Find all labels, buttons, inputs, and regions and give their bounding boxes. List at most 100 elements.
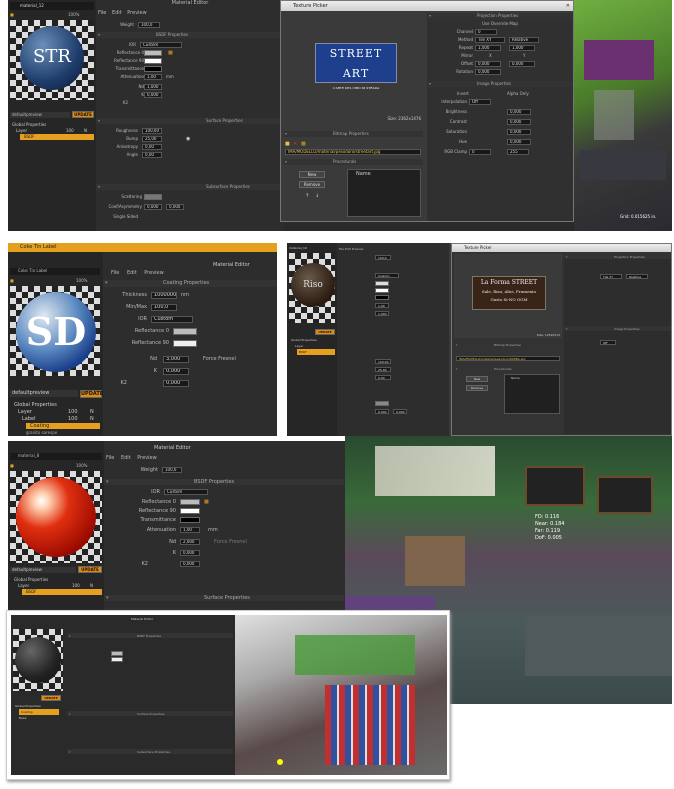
hue-field[interactable]: 0,000 [507,139,531,145]
tree-item-bsdf[interactable]: BSDF [297,349,335,355]
viewport-3d-scene-bottles[interactable] [235,615,447,775]
surface-section[interactable]: Surface Properties [104,595,344,601]
viewport-3d-scene[interactable]: Grid: 0.015625 in. [574,0,672,231]
alpha-only-checkbox[interactable]: Alpha Only [507,91,529,97]
tree-item-global[interactable]: Global Properties [14,402,57,408]
bsdf-section[interactable]: BSDF Properties [104,479,344,485]
preview-select[interactable]: defaultpreview [10,390,78,397]
method-select[interactable]: Tile XY [475,37,505,43]
angle-field[interactable]: 0,00 [142,152,162,158]
minmax-field[interactable]: 100,0 [151,304,177,311]
texture-picker-titlebar[interactable]: Texture Picker [452,244,671,252]
surface-section[interactable]: Surface Properties [67,711,233,717]
bump-field[interactable]: 25,00 [375,367,391,372]
transmittance-swatch[interactable] [144,66,162,72]
brightness-field[interactable]: 0,000 [507,109,531,115]
method-mode-select[interactable]: Relative [626,274,648,279]
delete-icon[interactable]: ✕ [293,141,297,147]
roughness-field[interactable]: 100,00 [375,359,391,364]
repeat-v-field[interactable]: 1,000 [509,45,535,51]
texture-slot-icon[interactable]: ▩ [168,50,173,56]
zoom-select[interactable]: 100% [76,463,87,469]
reflectance0-swatch[interactable] [144,50,162,56]
bsdf-section[interactable]: BSDF Properties [67,633,233,639]
image-section[interactable]: Image Properties [427,81,573,87]
force-fresnel-checkbox[interactable]: Force Fresnel [214,539,247,545]
tree-item-label[interactable]: Label 100 N [22,416,100,422]
k2-field[interactable]: 0,000 [180,561,200,567]
k2-field[interactable]: 0,000 [163,380,189,387]
light-source-icon[interactable] [277,759,283,765]
menu-file[interactable]: File [111,270,119,276]
update-button[interactable]: UPDATE [80,390,103,398]
invert-checkbox[interactable]: Invert [457,91,469,97]
menu-preview[interactable]: Preview [127,10,146,16]
scattering-swatch[interactable] [144,194,162,200]
coef-b-field[interactable]: 0,000 [166,204,184,210]
reflectance90-swatch[interactable] [173,340,197,347]
menu-file[interactable]: File [339,247,344,251]
bump-map-icon[interactable]: ◉ [186,136,190,142]
single-sided-checkbox[interactable]: Single Sided [113,214,138,220]
k-field[interactable]: 0,000 [144,92,162,98]
update-button[interactable]: UPDATE [315,329,335,335]
remove-button[interactable]: Remove [299,181,325,188]
reflectance90-swatch[interactable] [180,508,200,514]
offset-v-field[interactable]: 0,000 [509,61,535,67]
attenuation-field[interactable]: 1,00 [375,303,389,308]
weight-field[interactable]: 100,0 [375,255,391,260]
procedurals-section[interactable]: Procedurals [283,159,423,165]
nd-field[interactable]: 1,000 [375,311,389,316]
menu-edit[interactable]: Edit [127,270,137,276]
weight-field[interactable]: 100,0 [138,22,160,28]
reflectance0-swatch[interactable] [173,328,197,335]
ior-select[interactable]: Custom [375,273,399,278]
surface-section[interactable]: Surface Properties [96,118,284,124]
mirror-y-checkbox[interactable]: Y [523,53,525,59]
new-button[interactable]: New [299,171,325,178]
roughness-field[interactable]: 100,00 [142,128,162,134]
tree-item-bsdf[interactable]: BSDF [20,134,94,140]
bump-field[interactable]: 25,00 [142,136,162,142]
nd-field[interactable]: 2,000 [180,539,200,545]
anisotropy-field[interactable]: 0,00 [375,375,391,380]
rotation-field[interactable]: 0,000 [475,69,501,75]
bitmap-path-field[interactable]: IMA/MODELLO/material/pesodoro/SOPRA.jpg [456,356,560,361]
coef-b-field[interactable]: 0,000 [393,409,407,414]
coef-a-field[interactable]: 0,000 [144,204,162,210]
texture-picker-titlebar[interactable]: Texture Picker ✕ [281,1,573,11]
method-mode-select[interactable]: Relative [509,37,539,43]
preview-select[interactable]: defaultpreview [10,112,70,118]
remove-button[interactable]: Remove [466,385,488,391]
tree-item-bsdf[interactable]: BSDF [22,589,102,595]
reflectance0-swatch[interactable] [111,651,123,656]
method-select[interactable]: Tile XY [600,274,622,279]
preview-select[interactable]: defaultpreview [10,567,76,573]
tree-item-layer[interactable]: Layer 100 N [18,409,100,415]
menu-preview[interactable]: Preview [144,270,163,276]
tree-item-base[interactable]: Base [19,715,26,721]
material-name-field[interactable]: material_12 [20,3,44,9]
material-name-field[interactable]: Coke Tin Label [18,268,47,274]
material-name-field[interactable]: material_16 [289,245,307,251]
k-field[interactable]: 0,000 [163,368,189,375]
menu-edit[interactable]: Edit [112,10,122,16]
subsurface-section[interactable]: Subsurface Properties [96,184,284,190]
image-section[interactable]: Image Properties [564,326,671,332]
force-fresnel-checkbox[interactable]: Force Fresnel [203,356,236,362]
nd-field[interactable]: 3,000 [163,356,189,363]
menu-edit[interactable]: Edit [121,455,131,461]
bitmap-section[interactable]: Bitmap Properties [283,131,423,137]
rgb-clamp-max[interactable]: 255 [507,149,529,155]
thickness-field[interactable]: 1000000 [151,292,177,299]
bsdf-section[interactable]: BSDF Properties [96,32,284,38]
update-button[interactable]: UPDATE [78,566,102,573]
procedurals-list[interactable]: Name [504,374,560,414]
interpolation-select[interactable]: Off [600,340,616,345]
scattering-swatch[interactable] [375,401,389,406]
nd-field[interactable]: 1,000 [144,84,162,90]
reflectance90-swatch[interactable] [144,58,162,64]
coef-a-field[interactable]: 0,000 [375,409,389,414]
menu-edit[interactable]: Edit [345,247,351,251]
folder-icon[interactable]: ■ [285,141,290,147]
